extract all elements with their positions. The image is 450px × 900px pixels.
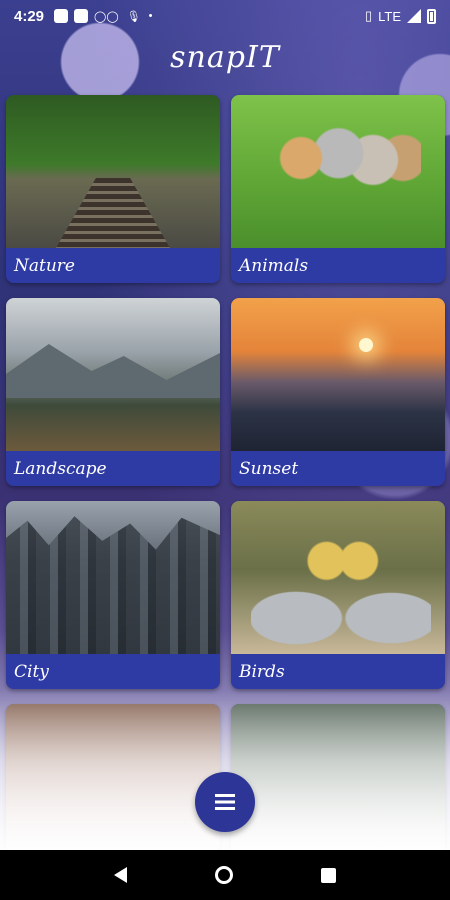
category-label: City bbox=[6, 654, 220, 689]
app-title: snapIT bbox=[170, 40, 280, 75]
category-card-landscape[interactable]: Landscape bbox=[6, 298, 220, 486]
mic-icon: 🎙 bbox=[126, 10, 141, 23]
category-label: Sunset bbox=[231, 451, 445, 486]
category-image bbox=[6, 501, 220, 654]
notification-icon bbox=[74, 9, 89, 23]
category-card-birds[interactable]: Birds bbox=[231, 501, 445, 689]
signal-icon bbox=[407, 9, 421, 23]
category-image bbox=[231, 298, 445, 451]
system-nav-bar bbox=[0, 850, 450, 900]
back-icon[interactable] bbox=[114, 867, 127, 883]
category-card-nature[interactable]: Nature bbox=[6, 95, 220, 283]
home-icon[interactable] bbox=[215, 866, 233, 884]
category-image bbox=[6, 95, 220, 248]
voicemail-icon: ◯◯ bbox=[94, 10, 119, 23]
menu-button[interactable] bbox=[195, 772, 255, 832]
category-label: Animals bbox=[231, 248, 445, 283]
dot-icon: • bbox=[148, 10, 153, 22]
category-label: Birds bbox=[231, 654, 445, 689]
category-card-sunset[interactable]: Sunset bbox=[231, 298, 445, 486]
category-image bbox=[6, 298, 220, 451]
category-label: Landscape bbox=[6, 451, 220, 486]
status-bar: 4:29 ◯◯ 🎙 • ▯ LTE bbox=[0, 0, 450, 32]
category-card-city[interactable]: City bbox=[6, 501, 220, 689]
status-time: 4:29 bbox=[14, 7, 45, 25]
notification-icon bbox=[54, 9, 69, 23]
category-image bbox=[231, 501, 445, 654]
vibrate-icon: ▯ bbox=[364, 8, 373, 23]
menu-icon bbox=[215, 794, 235, 810]
category-image bbox=[231, 95, 445, 248]
network-type: LTE bbox=[378, 8, 401, 24]
category-card-animals[interactable]: Animals bbox=[231, 95, 445, 283]
category-label: Nature bbox=[6, 248, 220, 283]
battery-icon bbox=[427, 8, 436, 24]
recents-icon[interactable] bbox=[321, 867, 336, 883]
